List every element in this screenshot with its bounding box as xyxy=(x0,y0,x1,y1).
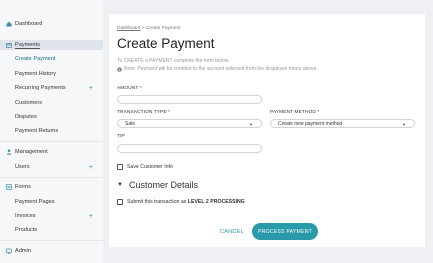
sidebar-item-users[interactable]: Users + xyxy=(0,162,103,172)
admin-icon xyxy=(6,248,12,254)
breadcrumb-dashboard-link[interactable]: Dashboard xyxy=(117,26,140,31)
credit-card-icon xyxy=(6,42,12,48)
info-icon xyxy=(117,66,122,72)
sidebar-item-label: Users xyxy=(15,164,30,170)
payment-method-label: PAYMENT METHOD * xyxy=(270,110,320,115)
sidebar-item-forms[interactable]: Forms xyxy=(0,182,103,192)
amount-label: AMOUNT * xyxy=(117,86,142,91)
sidebar-item-create-payment[interactable]: Create Payment xyxy=(0,54,103,64)
intro-text: To CREATE a PAYMENT complete the form be… xyxy=(117,57,318,73)
chevron-down-icon: ▼ xyxy=(402,122,406,127)
sidebar-divider xyxy=(0,240,103,241)
sidebar: Dashboard Payments Create Payment Paymen… xyxy=(0,0,103,263)
breadcrumb: Dashboard > Create Payment xyxy=(117,26,181,31)
sidebar-item-label: Payment History xyxy=(15,71,57,77)
level2-prefix: Submit this transaction as xyxy=(127,199,188,205)
transaction-type-select[interactable]: Sale ▼ xyxy=(117,119,262,128)
sidebar-item-management[interactable]: Management xyxy=(0,147,103,157)
payment-method-value: Create new payment method xyxy=(278,120,343,127)
sidebar-item-customers[interactable]: Customers xyxy=(0,98,103,108)
breadcrumb-current: Create Payment xyxy=(145,26,181,31)
sidebar-item-label: Recurring Payments xyxy=(15,85,66,91)
process-payment-button[interactable]: PROCESS PAYMENT xyxy=(252,223,318,240)
page-title: Create Payment xyxy=(117,36,215,51)
save-customer-checkbox[interactable] xyxy=(117,164,123,170)
sidebar-divider xyxy=(0,141,103,142)
add-user-button[interactable]: + xyxy=(89,164,93,171)
sidebar-item-label: Disputes xyxy=(15,114,37,120)
level2-label: Submit this transaction as LEVEL 2 PROCE… xyxy=(127,199,245,205)
sidebar-item-label: Products xyxy=(15,227,38,233)
sidebar-item-admin[interactable]: Admin xyxy=(0,246,103,256)
sidebar-item-payment-pages[interactable]: Payment Pages xyxy=(0,197,103,207)
sidebar-item-payment-returns[interactable]: Payment Returns xyxy=(0,126,103,136)
sidebar-item-label: Management xyxy=(15,149,48,155)
intro-line-2: Note: Payment will be credited to the ac… xyxy=(124,66,318,72)
user-icon xyxy=(6,149,12,155)
sidebar-item-invoices[interactable]: Invoices + xyxy=(0,211,103,221)
sidebar-item-label: Payments xyxy=(15,41,40,49)
customer-details-label: Customer Details xyxy=(128,180,198,190)
sidebar-item-label: Admin xyxy=(15,248,31,254)
add-invoice-button[interactable]: + xyxy=(89,213,93,220)
sidebar-item-label: Payment Returns xyxy=(15,128,59,134)
sidebar-item-label: Customers xyxy=(15,100,43,106)
save-customer-label: Save Customer Info xyxy=(127,164,173,170)
intro-note: Note: Payment will be credited to the ac… xyxy=(117,65,318,73)
transaction-type-value: Sale xyxy=(125,120,136,127)
sidebar-item-recurring-payments[interactable]: Recurring Payments + xyxy=(0,83,103,93)
level2-checkbox[interactable] xyxy=(117,199,123,205)
sidebar-item-label: Forms xyxy=(15,184,31,190)
sidebar-item-payments[interactable]: Payments xyxy=(0,40,103,50)
sidebar-item-dashboard[interactable]: Dashboard xyxy=(0,19,103,29)
chevron-down-icon: ▼ xyxy=(249,122,253,127)
level2-bold: LEVEL 2 PROCESSING xyxy=(187,199,245,205)
payment-method-select[interactable]: Create new payment method ▼ xyxy=(270,119,415,128)
level2-row[interactable]: Submit this transaction as LEVEL 2 PROCE… xyxy=(117,199,245,205)
create-payment-card: Dashboard > Create Payment Create Paymen… xyxy=(109,14,425,247)
tip-input[interactable] xyxy=(117,144,262,153)
triangle-down-icon: ▼ xyxy=(117,182,123,188)
save-customer-row[interactable]: Save Customer Info xyxy=(117,164,173,170)
amount-input[interactable] xyxy=(117,95,262,104)
sidebar-item-label: Dashboard xyxy=(15,21,43,27)
sidebar-divider xyxy=(0,177,103,178)
form-icon xyxy=(6,184,12,190)
sidebar-item-label: Create Payment xyxy=(15,56,56,62)
tip-label: TIP xyxy=(117,134,125,139)
sidebar-item-payment-history[interactable]: Payment History xyxy=(0,69,103,79)
dashboard-icon xyxy=(6,21,12,27)
customer-details-toggle[interactable]: ▼ Customer Details xyxy=(117,180,198,190)
cancel-button[interactable]: CANCEL xyxy=(220,229,244,235)
sidebar-item-products[interactable]: Products xyxy=(0,225,103,235)
sidebar-item-disputes[interactable]: Disputes xyxy=(0,112,103,122)
sidebar-item-label: Payment Pages xyxy=(15,199,55,205)
sidebar-item-label: Invoices xyxy=(15,213,36,219)
add-recurring-payment-button[interactable]: + xyxy=(89,85,93,92)
transaction-type-label: TRANSACTION TYPE * xyxy=(117,110,171,115)
intro-line-1: To CREATE a PAYMENT complete the form be… xyxy=(117,58,230,64)
